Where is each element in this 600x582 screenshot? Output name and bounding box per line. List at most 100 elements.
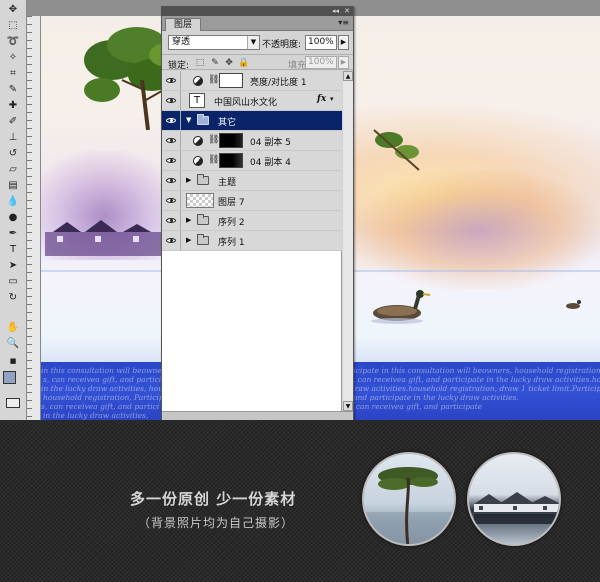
text-layer-icon: T — [189, 93, 205, 108]
close-icon[interactable]: ✕ — [344, 7, 350, 16]
blend-mode-select[interactable]: 穿透 ▼ — [168, 35, 260, 50]
layer-name: 04 副本 4 — [250, 158, 291, 168]
layer-mask-thumbnail[interactable] — [219, 73, 243, 88]
path-selection-tool-icon[interactable]: ➤ — [4, 258, 22, 272]
visibility-eye-icon[interactable] — [162, 91, 181, 110]
tab-layers[interactable]: 图层 — [165, 18, 202, 31]
fill-input[interactable]: 100% — [305, 56, 337, 69]
history-brush-tool-icon[interactable]: ↺ — [4, 146, 22, 160]
layer-name: 其它 — [218, 118, 237, 128]
folder-icon — [197, 174, 209, 185]
chevron-down-icon: ▼ — [247, 36, 259, 49]
crop-tool-icon[interactable]: ⌗ — [4, 66, 22, 80]
layer-row[interactable]: ▶ 序列 1 — [162, 231, 342, 251]
opacity-label: 不透明度: — [262, 40, 302, 50]
visibility-eye-icon[interactable] — [162, 71, 181, 90]
collapse-triangle-icon[interactable]: ▶ — [186, 216, 191, 224]
expand-triangle-icon[interactable]: ▼ — [186, 116, 191, 124]
village-houses-image — [45, 220, 165, 256]
adjustment-layer-icon — [193, 136, 203, 146]
adjustment-layer-icon — [193, 156, 203, 166]
collapse-triangle-icon[interactable]: ▶ — [186, 176, 191, 184]
layer-mask-thumbnail[interactable] — [219, 153, 243, 168]
hand-tool-icon[interactable]: ✋ — [4, 320, 22, 334]
lock-pixels-icon[interactable]: ✎ — [210, 58, 220, 68]
layer-name: 04 副本 5 — [250, 138, 291, 148]
visibility-eye-icon[interactable] — [162, 111, 181, 130]
pine-branch-image — [373, 129, 420, 171]
lock-transparent-icon[interactable]: ⬚ — [195, 58, 205, 68]
blur-tool-icon[interactable]: 💧 — [4, 194, 22, 208]
visibility-eye-icon[interactable] — [162, 131, 181, 150]
adjustment-layer-icon — [193, 76, 203, 86]
eraser-tool-icon[interactable]: ▱ — [4, 162, 22, 176]
visibility-eye-icon[interactable] — [162, 191, 181, 210]
blend-mode-value: 穿透 — [172, 37, 191, 47]
layer-row[interactable]: 图层 7 — [162, 191, 342, 211]
marquee-tool-icon[interactable]: ⬚ — [4, 18, 22, 32]
link-chain-icon[interactable]: ⛓ — [208, 75, 219, 85]
lasso-tool-icon[interactable]: ➰ — [4, 34, 22, 48]
fx-icon[interactable]: fx — [317, 94, 326, 104]
layer-name: 序列 1 — [218, 238, 245, 248]
clone-stamp-tool-icon[interactable]: ⊥ — [4, 130, 22, 144]
folder-icon — [197, 234, 209, 245]
move-tool-icon[interactable]: ✥ — [4, 2, 22, 16]
foreground-color-swatch[interactable] — [3, 371, 16, 384]
vertical-ruler — [27, 16, 41, 420]
folder-icon — [197, 214, 209, 225]
pen-tool-icon[interactable]: ✒ — [4, 226, 22, 240]
visibility-eye-icon[interactable] — [162, 171, 181, 190]
layer-mask-thumbnail[interactable] — [219, 133, 243, 148]
default-colors-icon[interactable]: ■ — [4, 354, 22, 368]
collapse-icon[interactable]: ◂◂ — [332, 7, 339, 16]
lock-all-icon[interactable]: 🔒 — [238, 58, 249, 68]
quick-mask-button[interactable] — [6, 398, 20, 408]
layers-list: ⛓ 亮度/对比度 1 T 中国风山水文化 fx ▾ ▼ 其它 ⛓ 04 副本 5 — [162, 71, 342, 411]
lock-label: 锁定: — [168, 61, 190, 71]
3d-rotate-tool-icon[interactable]: ↻ — [4, 290, 22, 304]
visibility-eye-icon[interactable] — [162, 151, 181, 170]
village-photo-thumbnail — [467, 452, 561, 546]
dodge-tool-icon[interactable]: ● — [4, 210, 22, 224]
gradient-tool-icon[interactable]: ▤ — [4, 178, 22, 192]
layers-scrollbar[interactable]: ▲ ▼ — [343, 71, 353, 411]
layer-row[interactable]: ▶ 主题 — [162, 171, 342, 191]
opacity-slider-button[interactable]: ▶ — [338, 35, 349, 50]
layers-panel: ◂◂ ✕ 图层 ▾≡ 穿透 ▼ 不透明度: 100% ▶ 锁定: ⬚ ✎ ✥ 🔒… — [161, 6, 354, 421]
layer-row[interactable]: ▼ 其它 — [162, 111, 342, 131]
expand-effects-icon[interactable]: ▾ — [330, 95, 334, 103]
magic-wand-tool-icon[interactable]: ✧ — [4, 50, 22, 64]
brush-tool-icon[interactable]: ✐ — [4, 114, 22, 128]
lock-row: 锁定: ⬚ ✎ ✥ 🔒 填充: 100% ▶ — [162, 54, 353, 71]
village-reflection-image — [474, 492, 559, 524]
layer-row[interactable]: ▶ 序列 2 — [162, 211, 342, 231]
lone-pine-image — [364, 467, 454, 544]
toolbox: ✥ ⬚ ➰ ✧ ⌗ ✎ ✚ ✐ ⊥ ↺ ▱ ▤ 💧 ● ✒ T ➤ ▭ ↻ ✋ … — [0, 0, 27, 420]
lock-position-icon[interactable]: ✥ — [224, 58, 234, 68]
layer-name: 亮度/对比度 1 — [250, 78, 307, 88]
panel-tabbar: 图层 ▾≡ — [162, 16, 353, 31]
layer-row[interactable]: T 中国风山水文化 fx ▾ — [162, 91, 342, 111]
fill-slider-button[interactable]: ▶ — [338, 56, 349, 69]
layer-row[interactable]: ⛓ 04 副本 5 — [162, 131, 342, 151]
scroll-down-icon[interactable]: ▼ — [343, 401, 353, 411]
layer-row[interactable]: ⛓ 亮度/对比度 1 — [162, 71, 342, 91]
healing-brush-tool-icon[interactable]: ✚ — [4, 98, 22, 112]
layer-thumbnail[interactable] — [186, 193, 214, 208]
visibility-eye-icon[interactable] — [162, 211, 181, 230]
collapse-triangle-icon[interactable]: ▶ — [186, 236, 191, 244]
layer-name: 图层 7 — [218, 198, 245, 208]
eyedropper-tool-icon[interactable]: ✎ — [4, 82, 22, 96]
scroll-up-icon[interactable]: ▲ — [343, 71, 353, 81]
layer-name: 中国风山水文化 — [214, 98, 278, 108]
link-chain-icon[interactable]: ⛓ — [208, 155, 219, 165]
opacity-input[interactable]: 100% — [305, 35, 337, 50]
type-tool-icon[interactable]: T — [4, 242, 22, 256]
layer-row[interactable]: ⛓ 04 副本 4 — [162, 151, 342, 171]
visibility-eye-icon[interactable] — [162, 231, 181, 250]
shape-tool-icon[interactable]: ▭ — [4, 274, 22, 288]
link-chain-icon[interactable]: ⛓ — [208, 135, 219, 145]
zoom-tool-icon[interactable]: 🔍 — [4, 336, 22, 350]
panel-menu-icon[interactable]: ▾≡ — [338, 18, 349, 27]
